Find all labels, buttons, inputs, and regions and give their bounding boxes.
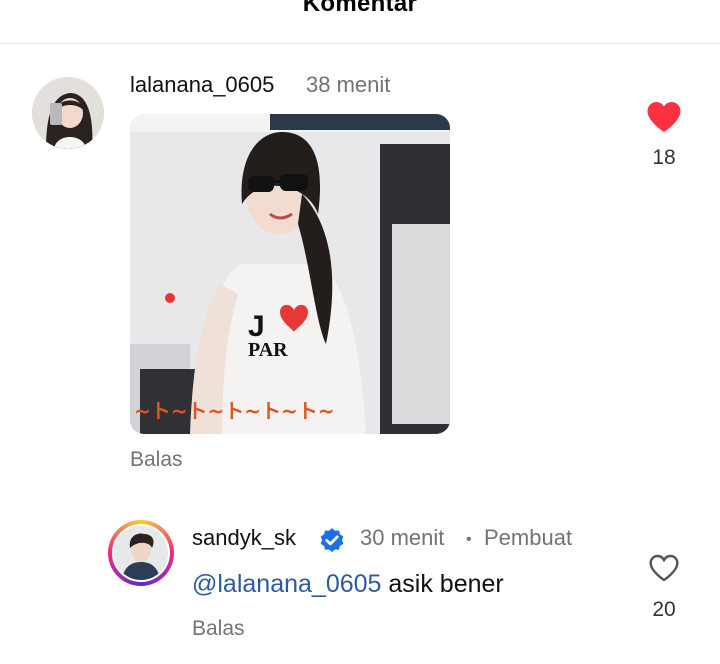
creator-label: Pembuat	[484, 525, 573, 550]
like-button[interactable]	[646, 100, 682, 134]
comment-username[interactable]: lalanana_0605	[130, 72, 274, 98]
gif-caption: ~ト~ト~ト~ト~ト~	[134, 399, 335, 423]
reply-time: 30 menit	[360, 525, 445, 550]
shirt-text-bottom: PAR	[248, 339, 288, 361]
mention-link[interactable]: @lalanana_0605	[192, 570, 381, 598]
reply-button[interactable]: Balas	[130, 448, 183, 472]
comments-header: Komentar	[0, 0, 720, 44]
like-button[interactable]	[648, 553, 680, 583]
avatar[interactable]	[112, 524, 170, 582]
like-count: 18	[652, 146, 676, 169]
comment-time: 38 menit	[306, 72, 391, 97]
avatar-image	[114, 526, 168, 580]
like-count: 20	[652, 598, 676, 621]
heart-outline-icon	[649, 554, 679, 582]
page-title: Komentar	[302, 0, 418, 17]
verified-badge-icon	[320, 528, 344, 553]
avatar-image	[32, 77, 104, 149]
gif-image: J PAR ~ト~ト~ト~ト~ト~	[130, 114, 450, 434]
avatar[interactable]	[32, 77, 104, 149]
comment-gif[interactable]: J PAR ~ト~ト~ト~ト~ト~	[130, 114, 450, 434]
reply-body: asik bener	[381, 570, 504, 598]
reply-text: @lalanana_0605 asik bener	[192, 570, 504, 599]
reply-username[interactable]: sandyk_sk	[192, 525, 296, 551]
reply-button[interactable]: Balas	[192, 617, 245, 641]
meta-separator: •	[466, 531, 472, 548]
heart-filled-icon	[647, 102, 681, 132]
